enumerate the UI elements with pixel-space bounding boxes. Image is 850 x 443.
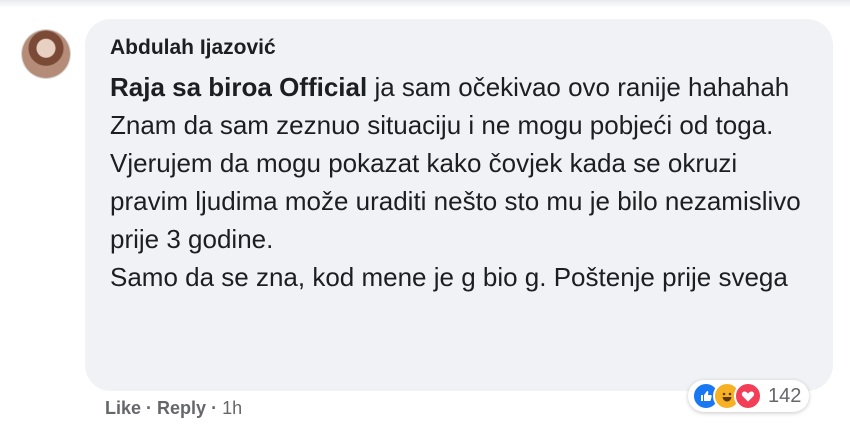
reactions-summary[interactable]: 142 bbox=[688, 380, 810, 412]
comment-first-line-text: ja sam očekivao ovo ranije hahahah bbox=[367, 72, 790, 102]
comment-text: Raja sa biroa Official ja sam očekivao o… bbox=[110, 68, 820, 296]
comment-timestamp[interactable]: 1h bbox=[222, 398, 242, 419]
avatar[interactable] bbox=[22, 30, 70, 78]
comment-paragraph: Znam da sam zeznuo situaciju i ne mogu p… bbox=[110, 110, 801, 254]
comment-actions: Like · Reply · 1h bbox=[105, 398, 242, 419]
comment-first-line: Raja sa biroa Official ja sam očekivao o… bbox=[110, 68, 820, 106]
top-divider bbox=[0, 0, 850, 8]
comment-bubble: Abdulah Ijazović Raja sa biroa Official … bbox=[85, 19, 833, 391]
mention-link[interactable]: Raja sa biroa Official bbox=[110, 72, 367, 102]
reply-button[interactable]: Reply bbox=[157, 398, 206, 419]
love-icon bbox=[734, 382, 762, 410]
like-button[interactable]: Like bbox=[105, 398, 141, 419]
comment-author[interactable]: Abdulah Ijazović bbox=[110, 34, 833, 62]
comment-paragraph: Samo da se zna, kod mene je g bio g. Poš… bbox=[110, 262, 788, 292]
reaction-count: 142 bbox=[768, 384, 802, 407]
action-separator: · bbox=[211, 398, 218, 418]
action-separator: · bbox=[146, 398, 153, 418]
